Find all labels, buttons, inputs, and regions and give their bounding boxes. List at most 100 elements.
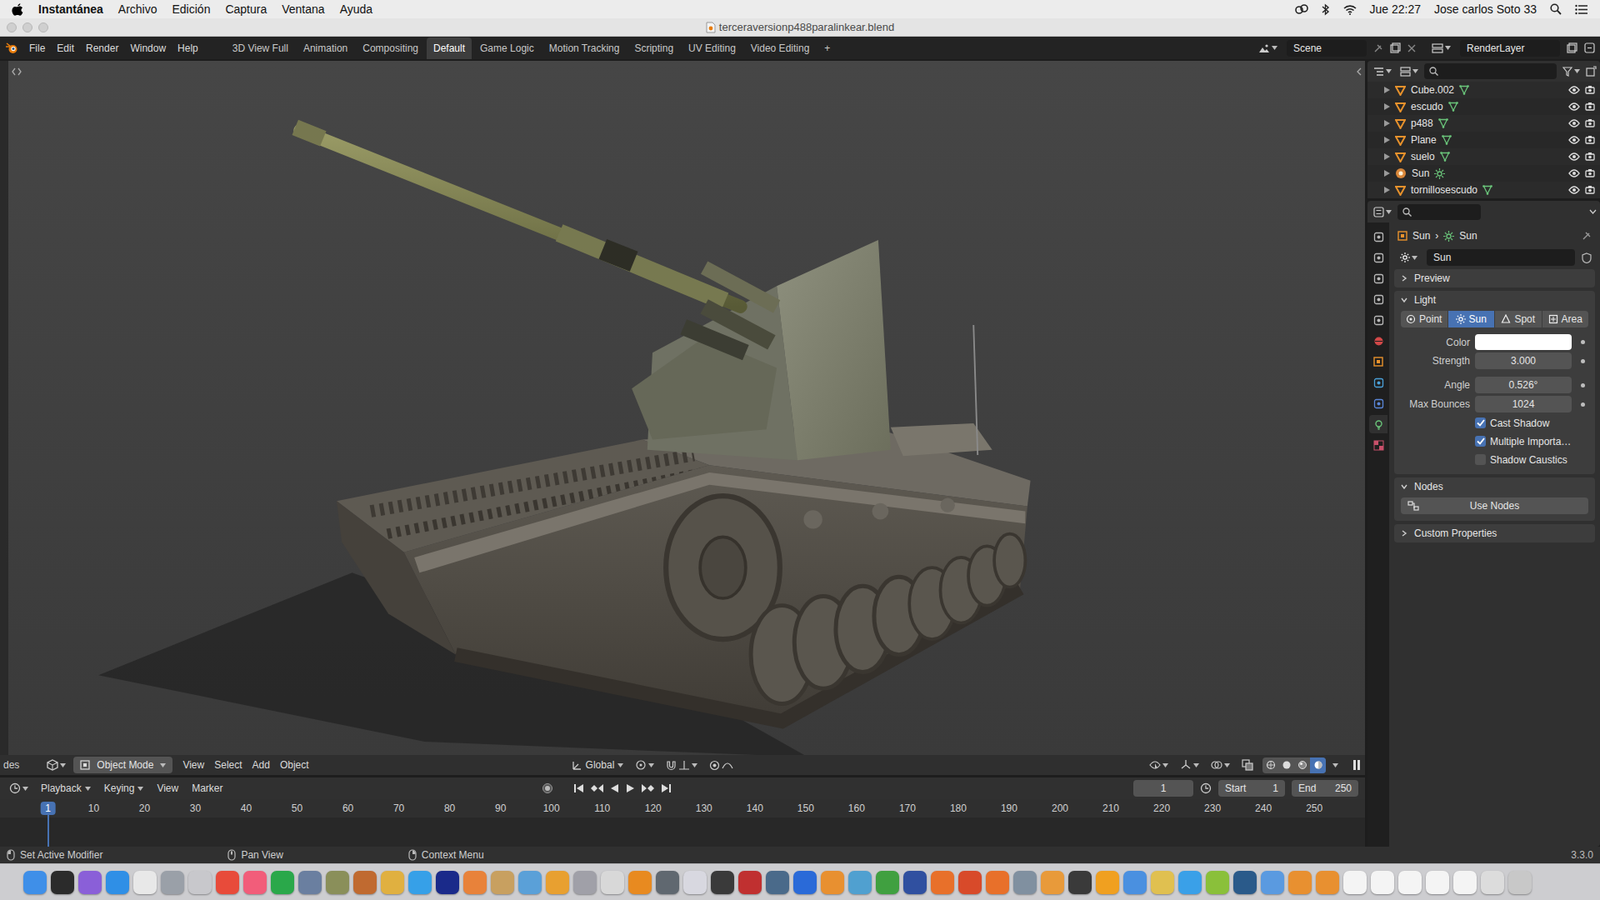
panel-header[interactable]: Custom Properties — [1394, 524, 1595, 543]
eye-icon[interactable] — [1568, 185, 1580, 195]
close-button[interactable] — [6, 22, 17, 33]
expand-arrow-icon[interactable] — [1384, 186, 1390, 194]
app-icon[interactable] — [1150, 870, 1175, 895]
apple-icon[interactable] — [11, 2, 24, 16]
gizmo-toggle[interactable] — [1177, 757, 1202, 773]
snap-toggle[interactable] — [663, 758, 700, 773]
frame-number[interactable]: 170 — [895, 801, 920, 815]
overlay-toggle[interactable] — [1208, 757, 1233, 773]
app-icon[interactable] — [573, 870, 597, 895]
frame-number[interactable]: 140 — [743, 801, 767, 815]
frame-number[interactable]: 150 — [794, 801, 818, 815]
object-name[interactable]: suelo — [1410, 149, 1435, 165]
shading-mode-button[interactable] — [1262, 757, 1279, 774]
app-icon[interactable] — [490, 870, 515, 895]
properties-tab[interactable] — [1369, 227, 1388, 246]
outliner-row[interactable]: Plane — [1367, 131, 1600, 149]
next-keyframe-icon[interactable] — [641, 783, 655, 794]
frame-number[interactable]: 50 — [288, 801, 306, 815]
frame-number[interactable]: 210 — [1099, 801, 1123, 815]
properties-search-field[interactable] — [1397, 204, 1481, 220]
app-icon[interactable] — [710, 870, 735, 895]
frame-number[interactable]: 100 — [540, 801, 564, 815]
main-menu-item[interactable]: Help — [171, 38, 205, 59]
camera-icon[interactable] — [1585, 151, 1595, 162]
app-icon[interactable] — [133, 870, 157, 895]
panel-header[interactable]: Light — [1394, 290, 1595, 310]
wifi-icon[interactable] — [1343, 4, 1357, 15]
blender-logo-icon[interactable] — [5, 42, 19, 55]
pin-icon[interactable] — [1373, 43, 1384, 54]
frame-number[interactable]: 240 — [1251, 801, 1275, 815]
app-icon[interactable] — [1343, 870, 1367, 895]
object-name[interactable]: Plane — [1410, 132, 1437, 148]
keyframe-dot[interactable] — [1580, 359, 1585, 364]
outliner-row[interactable]: escudo — [1367, 98, 1600, 115]
app-icon[interactable] — [820, 870, 845, 895]
frame-number[interactable]: 80 — [440, 801, 459, 815]
expand-arrow-icon[interactable] — [1384, 103, 1390, 110]
light-browse[interactable] — [1397, 250, 1420, 265]
frame-number[interactable]: 220 — [1150, 801, 1174, 815]
outliner-row[interactable]: suelo — [1367, 148, 1600, 165]
frame-ruler[interactable]: 1102030405060708090100110120130140150160… — [0, 799, 1365, 818]
eye-icon[interactable] — [1568, 169, 1580, 178]
chevron-icon[interactable] — [1400, 275, 1408, 282]
app-icon[interactable] — [1260, 870, 1285, 895]
properties-tab[interactable] — [1369, 352, 1388, 371]
sidebar-toggle-icon[interactable] — [1356, 67, 1362, 76]
menu-item[interactable]: Edición — [172, 0, 211, 19]
display-mode-dropdown[interactable] — [1397, 65, 1421, 79]
chevron-icon[interactable] — [1400, 483, 1408, 490]
object-name[interactable]: escudo — [1410, 99, 1444, 115]
timeline-menu-item[interactable]: Playback — [37, 779, 95, 798]
app-icon[interactable] — [1123, 870, 1147, 895]
app-icon[interactable] — [1095, 870, 1120, 895]
end-frame-field[interactable]: End250 — [1291, 780, 1359, 797]
app-icon[interactable] — [1068, 870, 1092, 895]
app-icon[interactable] — [765, 870, 790, 895]
frame-number[interactable]: 120 — [641, 801, 665, 815]
outliner-row[interactable]: Cube.002 — [1367, 81, 1600, 99]
frame-number[interactable]: 190 — [997, 801, 1021, 815]
app-icon[interactable] — [738, 870, 762, 895]
frame-number[interactable]: 160 — [845, 801, 869, 815]
timeline-area[interactable]: 1102030405060708090100110120130140150160… — [0, 799, 1365, 847]
app-icon[interactable] — [683, 870, 707, 895]
app-icon[interactable] — [1480, 870, 1505, 895]
clock[interactable]: Jue 22:27 — [1370, 0, 1422, 19]
object-name[interactable]: Sun — [1411, 165, 1430, 181]
properties-tab[interactable] — [1369, 394, 1388, 413]
app-icon[interactable] — [793, 870, 817, 895]
number-field[interactable]: 3.000 — [1475, 352, 1572, 370]
new-scene-icon[interactable] — [1390, 42, 1401, 54]
frame-number[interactable]: 30 — [186, 801, 205, 815]
shading-mode-button[interactable] — [1294, 757, 1310, 774]
app-icon[interactable] — [1013, 870, 1037, 895]
camera-icon[interactable] — [1585, 85, 1595, 95]
new-collection-icon[interactable] — [1585, 65, 1597, 77]
orientation-dropdown[interactable]: Global — [569, 755, 627, 775]
outliner-search-field[interactable] — [1424, 63, 1557, 80]
properties-tab[interactable] — [1369, 269, 1388, 288]
breadcrumb-item[interactable]: Sun — [1459, 228, 1477, 244]
properties-tab[interactable] — [1369, 290, 1388, 309]
pin-icon[interactable] — [1581, 230, 1592, 241]
workspace-tab[interactable]: UV Editing — [681, 37, 743, 60]
expand-arrow-icon[interactable] — [1384, 86, 1390, 94]
app-icon[interactable] — [1233, 870, 1257, 895]
camera-icon[interactable] — [1585, 135, 1595, 145]
preview-range-icon[interactable] — [1200, 782, 1212, 795]
play-reverse-icon[interactable] — [610, 783, 620, 794]
keyframe-dot[interactable] — [1580, 383, 1585, 388]
workspace-tab[interactable]: Compositing — [355, 37, 425, 60]
app-icon[interactable] — [435, 870, 460, 895]
eye-icon[interactable] — [1568, 152, 1580, 161]
editor-type-button[interactable] — [44, 757, 69, 773]
add-workspace-button[interactable]: + — [817, 37, 837, 60]
viewport-menu-item[interactable]: View — [177, 755, 210, 775]
light-type-button[interactable]: Point — [1400, 310, 1449, 328]
checkbox-field[interactable]: Cast Shadow — [1475, 415, 1589, 431]
visibility-dropdown[interactable] — [1146, 758, 1171, 772]
app-icon[interactable] — [1288, 870, 1312, 895]
